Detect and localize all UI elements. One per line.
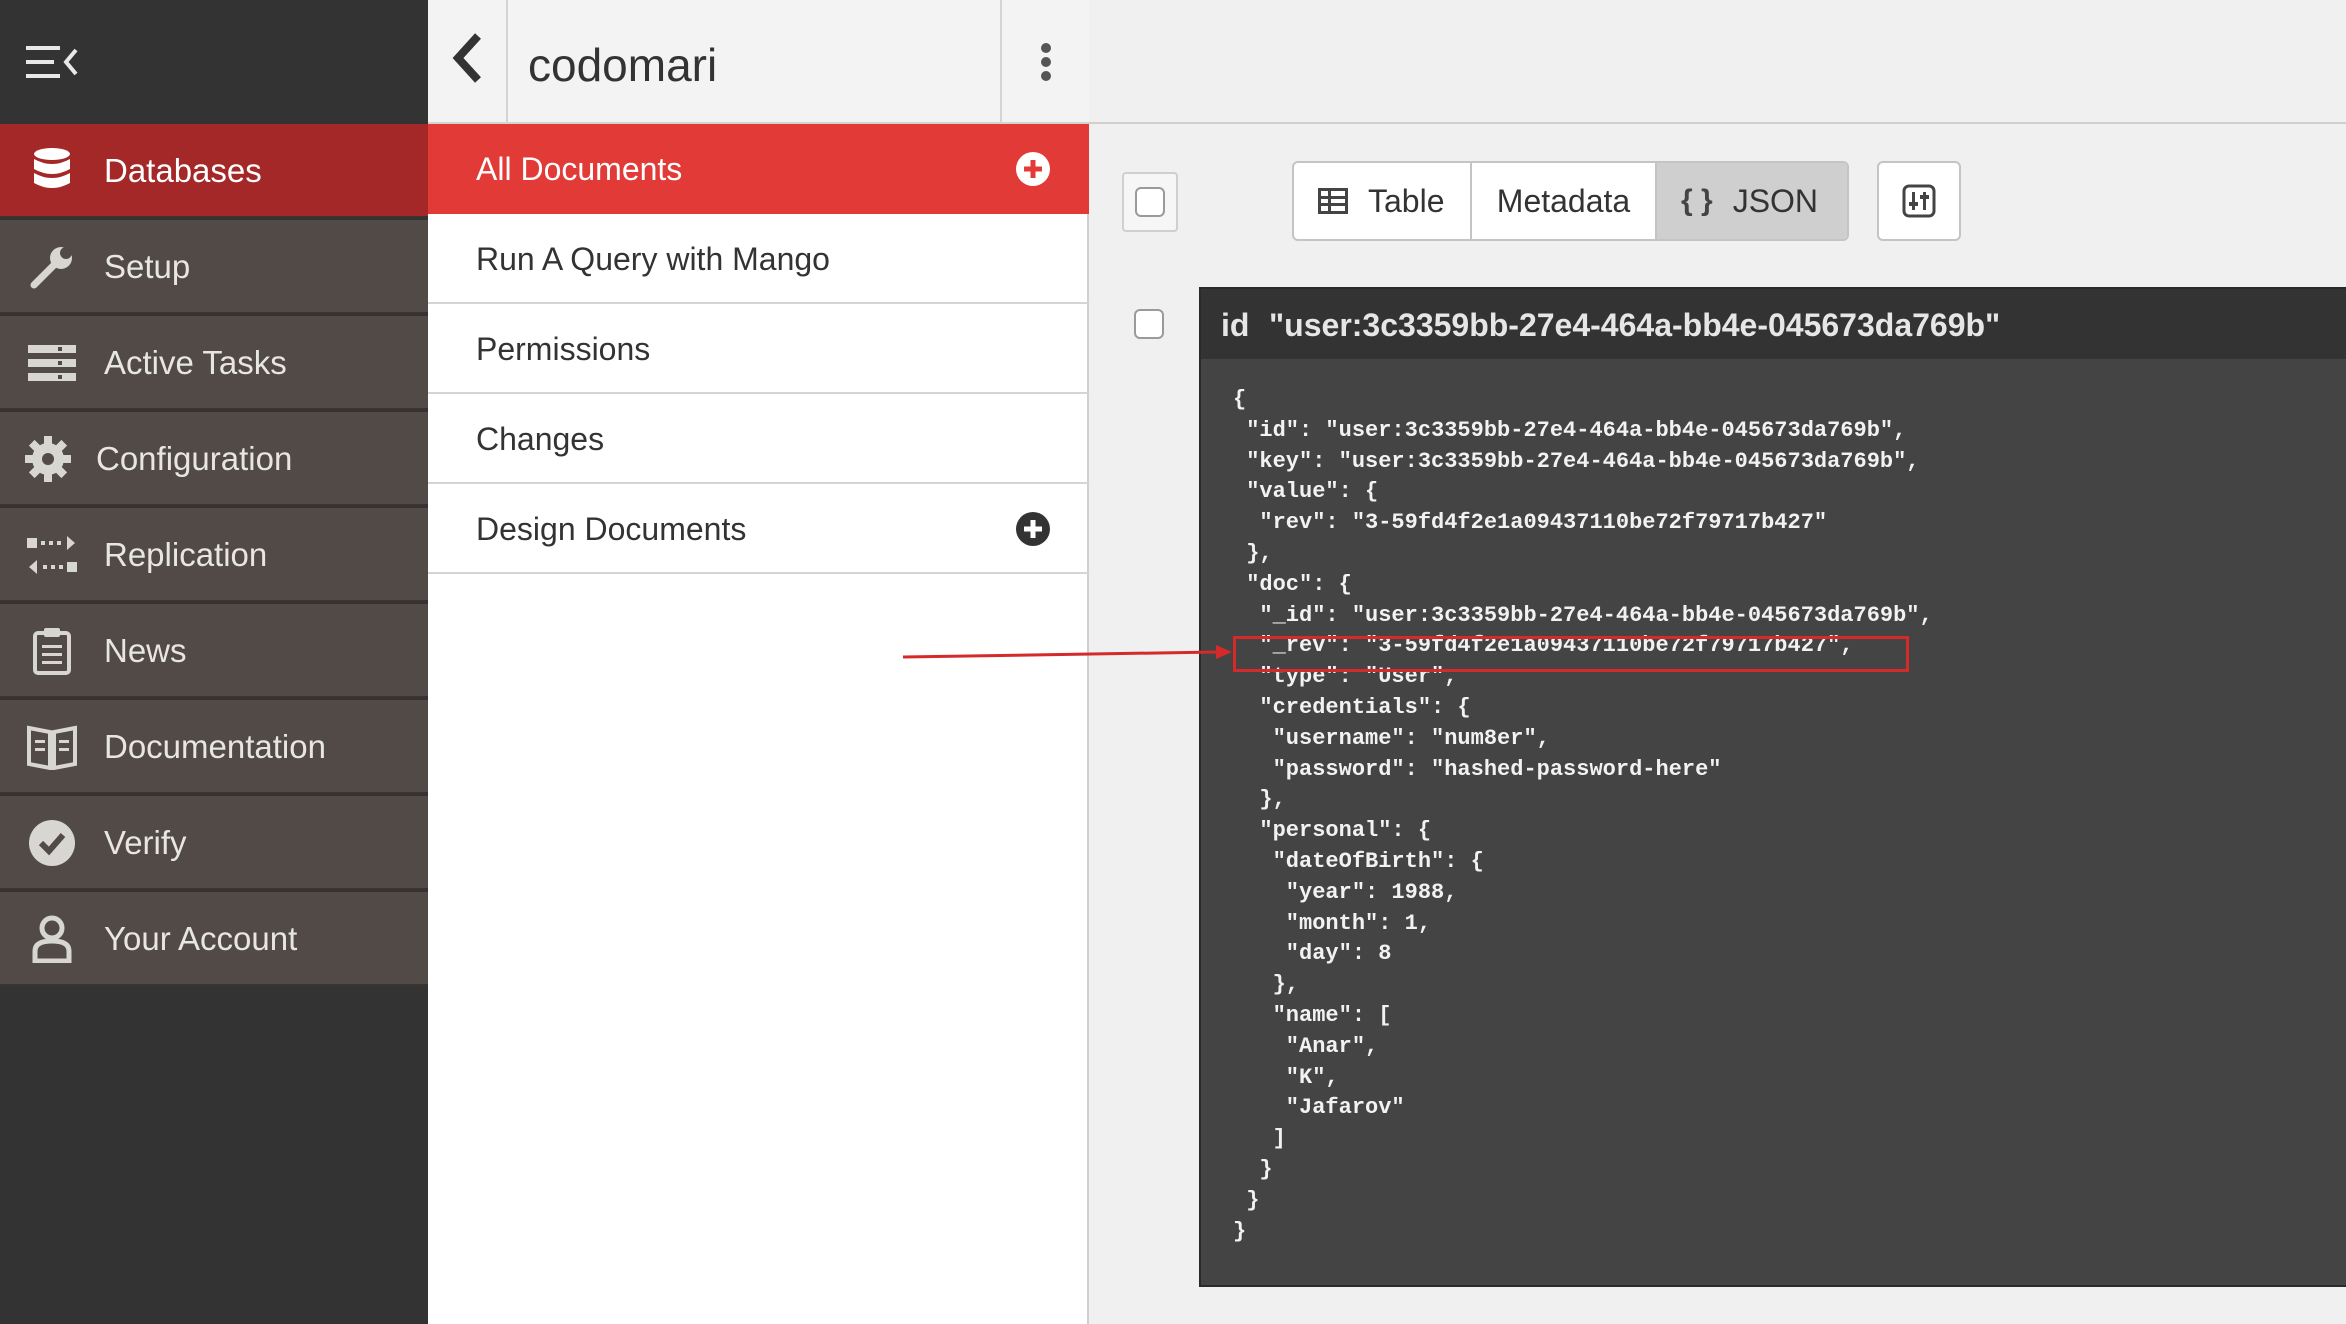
sliders-icon — [1902, 184, 1936, 218]
content-header — [1089, 0, 2346, 124]
json-line: "Jafarov" — [1233, 1095, 1405, 1121]
view-json-button[interactable]: { } JSON — [1657, 163, 1847, 239]
nav-item-configuration[interactable]: Configuration — [0, 412, 428, 506]
view-label: Metadata — [1496, 182, 1631, 219]
json-line: "name": [ — [1233, 1002, 1392, 1028]
database-sidebar: codomari All Documents Run A Query with … — [428, 0, 1089, 1324]
view-metadata-button[interactable]: Metadata — [1472, 163, 1657, 239]
sidebar-item-label: Run A Query with Mango — [476, 241, 830, 277]
json-line: "doc": { — [1233, 571, 1352, 597]
table-icon — [1318, 188, 1348, 214]
sidebar-item-changes[interactable]: Changes — [428, 394, 1089, 484]
json-line: ] — [1233, 1126, 1286, 1152]
collapse-menu-icon[interactable] — [26, 42, 78, 82]
nav-label: Documentation — [104, 728, 326, 765]
document-id-label: id — [1221, 307, 1250, 343]
nav-item-active-tasks[interactable]: Active Tasks — [0, 316, 428, 410]
add-document-icon[interactable] — [1015, 151, 1051, 187]
json-line: "credentials": { — [1233, 694, 1471, 720]
json-line: "Anar", — [1233, 1033, 1379, 1059]
sidebar-item-label: Design Documents — [476, 511, 747, 547]
document-header: id "user:3c3359bb-27e4-464a-bb4e-045673d… — [1201, 289, 2346, 359]
nav-item-replication[interactable]: Replication — [0, 508, 428, 602]
nav-label: Databases — [104, 152, 262, 189]
json-line: "personal": { — [1233, 818, 1432, 844]
clipboard-icon — [24, 626, 80, 676]
json-line: "year": 1988, — [1233, 879, 1458, 905]
nav-label: Configuration — [96, 440, 293, 477]
json-line: "rev": "3-59fd4f2e1a09437110be72f79717b4… — [1233, 510, 1828, 536]
database-title: codomari — [528, 39, 718, 91]
sidebar-item-all-documents[interactable]: All Documents — [428, 124, 1089, 214]
back-button[interactable] — [428, 0, 508, 124]
view-label: Table — [1368, 182, 1445, 219]
json-line: "_id": "user:3c3359bb-27e4-464a-bb4e-045… — [1233, 602, 1933, 628]
nav-label: Replication — [104, 536, 268, 573]
sidebar-item-label: Changes — [476, 421, 605, 457]
json-line: }, — [1233, 972, 1300, 998]
nav-item-databases[interactable]: Databases — [0, 124, 428, 218]
database-header: codomari — [428, 0, 1089, 124]
view-label: JSON — [1732, 182, 1819, 219]
select-all-checkbox[interactable] — [1135, 187, 1165, 217]
document-id-value: "user:3c3359bb-27e4-464a-bb4e-045673da76… — [1269, 307, 2001, 343]
nav-label: Active Tasks — [104, 344, 287, 381]
json-line: "id": "user:3c3359bb-27e4-464a-bb4e-0456… — [1233, 417, 1907, 443]
json-line: }, — [1233, 540, 1273, 566]
view-switcher: Table Metadata { } JSON — [1292, 161, 1849, 241]
sidebar-item-permissions[interactable]: Permissions — [428, 304, 1089, 394]
main-navigation: Databases Setup Active Tasks Configurati… — [0, 0, 428, 1324]
json-line: "value": { — [1233, 479, 1379, 505]
json-line: "key": "user:3c3359bb-27e4-464a-bb4e-045… — [1233, 448, 1920, 474]
sidebar-item-label: Permissions — [476, 331, 651, 367]
column-settings-button[interactable] — [1877, 161, 1961, 241]
wrench-icon — [24, 242, 80, 292]
more-options-button[interactable] — [1000, 0, 1089, 124]
nav-item-verify[interactable]: Verify — [0, 796, 428, 890]
json-line: } — [1233, 1218, 1247, 1244]
document-json: { "id": "user:3c3359bb-27e4-464a-bb4e-04… — [1233, 385, 1933, 1247]
nav-header — [0, 0, 428, 124]
add-design-document-icon[interactable] — [1015, 511, 1051, 547]
json-line: { — [1233, 387, 1247, 412]
document-row-checkbox[interactable] — [1134, 309, 1164, 339]
nav-label: Verify — [104, 824, 187, 861]
json-line: } — [1233, 1187, 1260, 1213]
json-line: } — [1233, 1156, 1273, 1182]
json-line: "day": 8 — [1233, 941, 1392, 967]
json-line: "password": "hashed-password-here" — [1233, 756, 1722, 782]
sidebar-item-design-documents[interactable]: Design Documents — [428, 484, 1089, 574]
book-icon — [24, 722, 80, 772]
sidebar-item-label: All Documents — [476, 151, 683, 187]
json-line: "month": 1, — [1233, 910, 1432, 936]
braces-icon: { } — [1681, 184, 1713, 217]
gear-icon — [20, 434, 76, 484]
json-line: "username": "num8er", — [1233, 725, 1550, 751]
sidebar-item-mango-query[interactable]: Run A Query with Mango — [428, 214, 1089, 304]
json-line: "dateOfBirth": { — [1233, 848, 1484, 874]
json-line: "K", — [1233, 1064, 1339, 1090]
check-circle-icon — [24, 818, 80, 868]
view-table-button[interactable]: Table — [1294, 163, 1472, 239]
json-line: }, — [1233, 787, 1286, 813]
nav-item-your-account[interactable]: Your Account — [0, 892, 428, 986]
highlight-box — [1233, 636, 1909, 672]
database-icon — [24, 146, 80, 196]
nav-label: Your Account — [104, 920, 298, 957]
replication-icon — [24, 530, 80, 580]
nav-item-news[interactable]: News — [0, 604, 428, 698]
tasks-icon — [24, 338, 80, 388]
nav-item-documentation[interactable]: Documentation — [0, 700, 428, 794]
chevron-left-icon — [452, 33, 481, 83]
nav-label: Setup — [104, 248, 191, 285]
user-icon — [24, 914, 80, 964]
nav-item-setup[interactable]: Setup — [0, 220, 428, 314]
document-card[interactable]: id "user:3c3359bb-27e4-464a-bb4e-045673d… — [1199, 287, 2346, 1287]
select-all-toggle[interactable] — [1122, 172, 1178, 232]
kebab-menu-icon — [1040, 43, 1051, 81]
nav-label: News — [104, 632, 187, 669]
